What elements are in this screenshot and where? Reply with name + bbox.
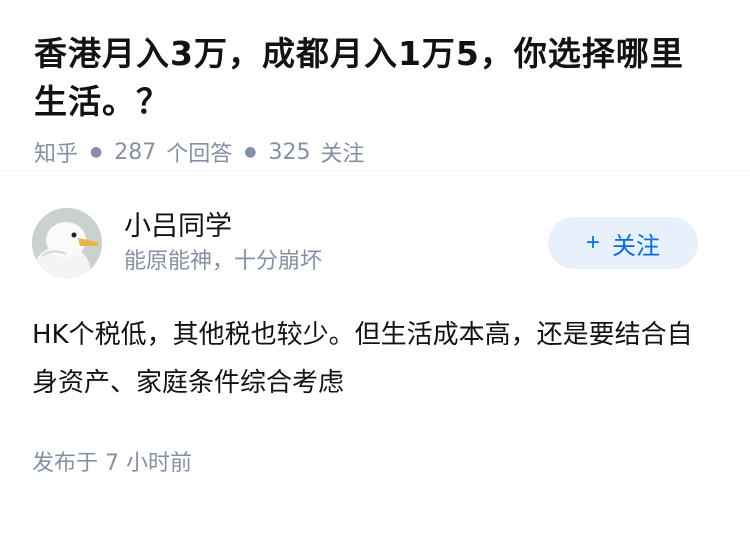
source-label[interactable]: 知乎 [34,136,78,168]
follow-button[interactable]: + 关注 [548,217,698,269]
plus-icon: + [585,229,600,256]
author-row: 小吕同学 能原能神，十分崩坏 + 关注 [0,203,750,283]
seagull-avatar-icon [32,208,102,278]
author-name[interactable]: 小吕同学 [124,209,548,245]
answers-label: 个回答 [166,142,233,167]
question-title[interactable]: 香港月入3万，成都月入1万5，你选择哪里生活。？ [34,30,716,126]
followers-count: 325 [268,139,311,165]
followers-label: 关注 [320,142,365,167]
separator-dot: ● [244,144,257,160]
section-divider [0,170,750,203]
separator-dot: ● [90,144,103,160]
avatar[interactable] [32,208,102,278]
answer-content[interactable]: HK个税低，其他税也较少。但生活成本高，还是要结合自身资产、家庭条件综合考虑 [0,283,750,407]
follow-label: 关注 [612,232,660,260]
publish-time-value: 7 小时前 [105,451,193,476]
question-header: 香港月入3万，成都月入1万5，你选择哪里生活。？ 知乎 ● 287 个回答 ● … [0,0,750,170]
publish-time: 发布于 7 小时前 [0,407,750,477]
answers-count: 287 [114,139,157,165]
question-meta: 知乎 ● 287 个回答 ● 325 关注 [34,136,716,168]
publish-time-prefix: 发布于 [32,451,99,476]
author-info: 小吕同学 能原能神，十分崩坏 [124,209,548,277]
author-bio: 能原能神，十分崩坏 [124,249,323,274]
